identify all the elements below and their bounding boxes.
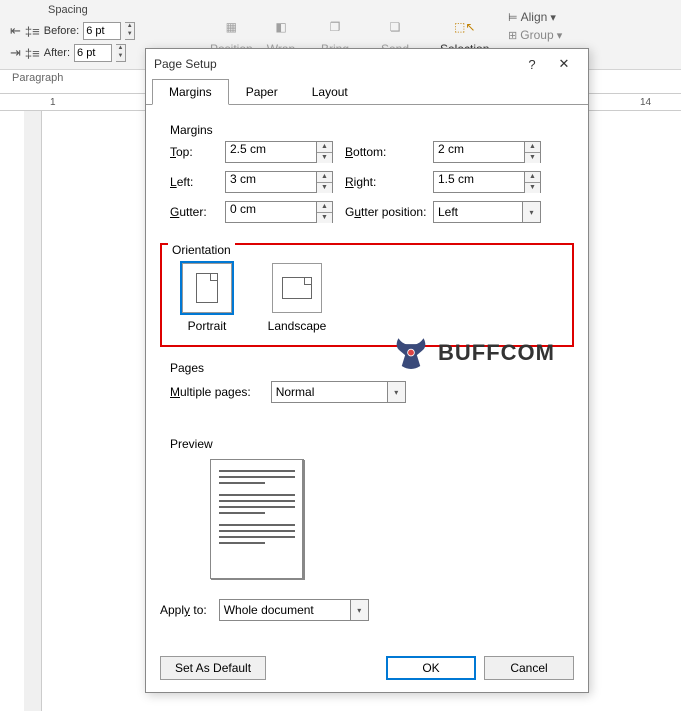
tab-layout[interactable]: Layout [295,79,365,105]
align-menu[interactable]: ⊨ Align ▾ [508,10,562,24]
spacing-before-row: ⇤ ‡≡ Before: 6 pt ▲▼ [10,22,135,40]
bring-forward-icon: ❐ [320,14,350,40]
tab-paper[interactable]: Paper [229,79,295,105]
apply-to-label: Apply to: [160,603,207,617]
ok-button[interactable]: OK [386,656,476,680]
cancel-button[interactable]: Cancel [484,656,574,680]
tab-margins[interactable]: Margins [152,79,229,105]
set-as-default-button[interactable]: Set As Default [160,656,266,680]
titlebar: Page Setup ? ✕ [146,49,588,79]
ruler-mark-right: 14 [640,97,651,108]
before-label: Before: [44,25,79,37]
spacing-after-row: ⇥ ‡≡ After: 6 pt ▲▼ [10,44,126,62]
pages-title: Pages [170,361,204,375]
landscape-label: Landscape [268,319,327,333]
multiple-pages-label: Multiple pages: [170,385,251,399]
position-icon: ▦ [216,14,246,40]
gutter-label: Gutter: [170,205,225,219]
margins-group: Margins Top: 2.5 cm▲▼ Bottom: 2 cm▲▼ Lef… [160,119,574,233]
dialog-footer: Set As Default OK Cancel [146,646,588,692]
gutter-pos-select[interactable]: Left▾ [433,201,541,223]
orientation-landscape[interactable]: Landscape [262,263,332,333]
orientation-portrait[interactable]: Portrait [172,263,242,333]
orientation-group: Orientation Portrait Landscape [160,243,574,347]
apply-to-select[interactable]: Whole document▾ [219,599,369,621]
outdent-icon: ⇥ [10,45,21,61]
bottom-label: Bottom: [345,145,433,159]
right-input[interactable]: 1.5 cm▲▼ [433,171,541,193]
margins-group-title: Margins [170,123,213,137]
dialog-title: Page Setup [154,57,516,71]
preview-page-icon [210,459,304,579]
after-label: After: [44,47,70,59]
group-label: Group [520,28,553,42]
before-value[interactable]: 6 pt [83,22,121,40]
right-label: Right: [345,175,433,189]
multiple-pages-select[interactable]: Normal▾ [271,381,406,403]
after-value[interactable]: 6 pt [74,44,112,62]
top-input[interactable]: 2.5 cm▲▼ [225,141,333,163]
spacing-label: Spacing [48,4,88,16]
ruler-vertical[interactable] [24,111,42,711]
preview-title: Preview [170,437,213,451]
page-setup-dialog: Page Setup ? ✕ Margins Paper Layout Marg… [145,48,589,693]
gutter-input[interactable]: 0 cm▲▼ [225,201,333,223]
before-spinner[interactable]: ▲▼ [125,22,135,40]
close-button[interactable]: ✕ [548,50,580,78]
pages-group: Pages Multiple pages: Normal▾ [160,357,574,413]
indent-icon: ⇤ [10,23,21,39]
group-menu[interactable]: ⊞ Group ▾ [508,28,562,42]
preview-group: Preview [160,433,574,589]
bottom-input[interactable]: 2 cm▲▼ [433,141,541,163]
line-spacing-icon: ‡≡ [25,24,40,39]
portrait-label: Portrait [188,319,227,333]
left-label: Left: [170,175,225,189]
send-backward-icon: ❏ [380,14,410,40]
after-spinner[interactable]: ▲▼ [116,44,126,62]
landscape-icon [272,263,322,313]
selection-pane-icon: ⬚↖ [450,14,480,40]
gutter-pos-label: Gutter position: [345,205,433,219]
wrap-icon: ◧ [266,14,296,40]
paragraph-group-label: Paragraph [12,72,63,84]
help-button[interactable]: ? [516,50,548,78]
tab-strip: Margins Paper Layout [152,79,588,105]
line-spacing-icon: ‡≡ [25,46,40,61]
portrait-icon [182,263,232,313]
ruler-mark-left: 1 [50,97,56,108]
apply-to-row: Apply to: Whole document▾ [160,599,574,621]
left-input[interactable]: 3 cm▲▼ [225,171,333,193]
align-group: ⊨ Align ▾ ⊞ Group ▾ [508,10,562,42]
top-label: Top: [170,145,225,159]
orientation-title: Orientation [168,243,235,257]
align-label: Align [521,10,548,24]
